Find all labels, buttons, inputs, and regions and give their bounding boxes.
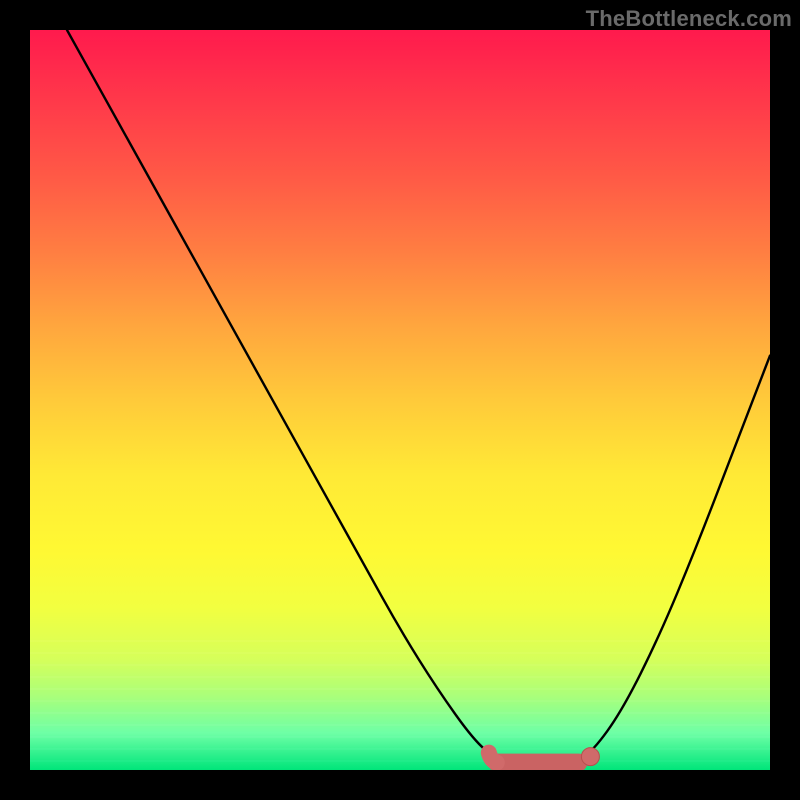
bottleneck-curve bbox=[67, 30, 770, 764]
credit-text: TheBottleneck.com bbox=[586, 6, 792, 32]
optimal-range-marker bbox=[489, 748, 600, 766]
chart-svg bbox=[30, 30, 770, 770]
plot-area bbox=[30, 30, 770, 770]
chart-frame: TheBottleneck.com bbox=[0, 0, 800, 800]
